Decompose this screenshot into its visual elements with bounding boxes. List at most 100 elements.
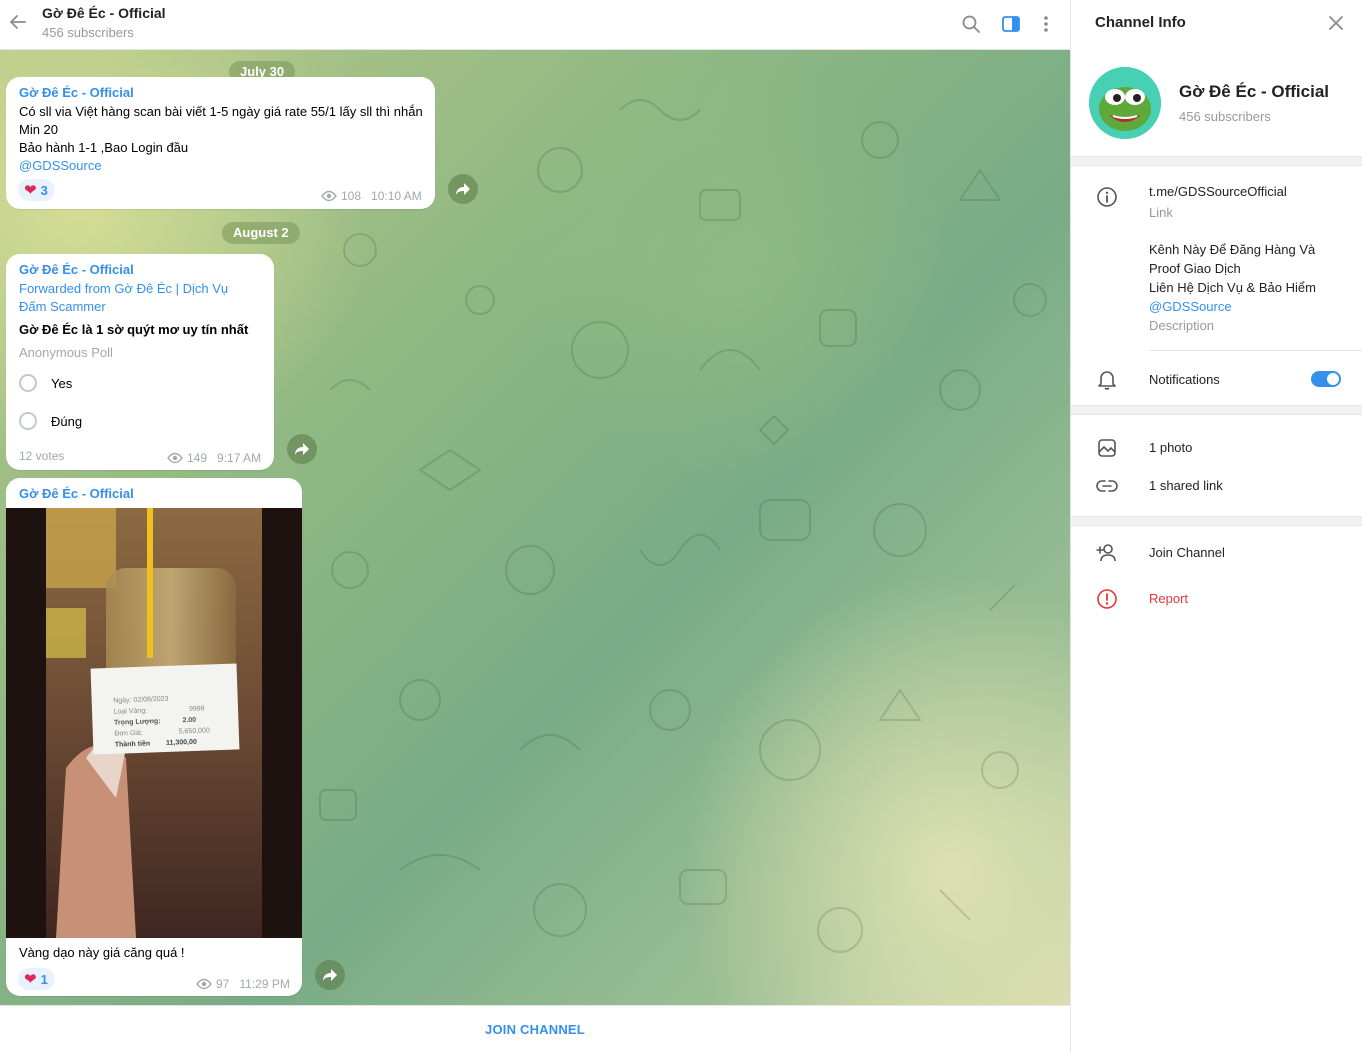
heart-icon: ❤: [24, 971, 37, 988]
message-line: Min 20: [19, 122, 59, 137]
description-line: Kênh Này Để Đăng Hàng Và: [1149, 242, 1316, 257]
receipt-label: Ngày:: [113, 697, 132, 705]
reaction-badge[interactable]: ❤ 3: [18, 179, 55, 201]
view-count: 149: [187, 451, 208, 465]
message-time: 9:17 AM: [217, 451, 262, 465]
message-meta: 108 10:10 AM: [321, 189, 422, 203]
date-separator: August 2: [222, 222, 300, 244]
close-icon[interactable]: [1325, 12, 1347, 34]
photos-link[interactable]: 1 photo: [1149, 440, 1192, 455]
notifications-label: Notifications: [1149, 372, 1220, 387]
poll-question: Gờ Đê Éc là 1 sờ quýt mơ uy tín nhất: [19, 322, 249, 337]
photo-icon: [1095, 436, 1119, 460]
message-meta: 97 11:29 PM: [196, 977, 290, 991]
eye-icon: [321, 190, 337, 202]
chat-subscribers: 456 subscribers: [42, 25, 134, 40]
pepe-avatar-image: [1089, 67, 1161, 139]
chat-area: Gờ Đê Éc - Official 456 subscribers July…: [0, 0, 1070, 1052]
channel-name: Gờ Đê Éc - Official: [1179, 82, 1330, 101]
view-count: 97: [216, 977, 230, 991]
photo-caption: Vàng dạo này giá căng quá !: [19, 945, 185, 960]
receipt-value: 5,650,000: [178, 727, 210, 736]
notifications-toggle[interactable]: [1311, 371, 1341, 387]
poll-option-label: Yes: [51, 375, 73, 391]
description-line: Proof Giao Dịch: [1149, 261, 1241, 276]
join-bar: JOIN CHANNEL: [0, 1005, 1070, 1052]
share-icon[interactable]: [315, 960, 345, 990]
receipt-text: Ngày: 02/08/2023 Loại Vàng: 9999 Trọng L…: [113, 692, 210, 750]
message-photo[interactable]: Ngày: 02/08/2023 Loại Vàng: 9999 Trọng L…: [6, 508, 302, 938]
telegram-window: Gờ Đê Éc - Official 456 subscribers July…: [0, 0, 1362, 1052]
eye-icon: [196, 978, 212, 990]
forwarded-from[interactable]: Forwarded from Gờ Đê Éc | Dịch Vụ Đấm Sc…: [19, 280, 228, 316]
poll-option[interactable]: Yes: [19, 374, 72, 392]
channel-info-panel: Channel Info Gờ Đê Éc - Official 456 sub…: [1070, 0, 1362, 1052]
receipt-label: Loại Vàng:: [113, 707, 148, 716]
report-icon: [1095, 587, 1119, 611]
receipt-value: 2.00: [182, 716, 197, 725]
reaction-count: 1: [40, 971, 48, 987]
poll-option[interactable]: Đúng: [19, 412, 82, 430]
channel-description: Kênh Này Để Đăng Hàng Và Proof Giao Dịch…: [1149, 240, 1316, 316]
receipt-value: 9999: [188, 705, 205, 714]
photo-message-bubble[interactable]: Gờ Đê Éc - Official Ngày: 02/08/2023 Loạ…: [6, 478, 302, 996]
message-line: Bảo hành 1-1 ,Bao Login đầu: [19, 140, 189, 155]
description-mention-link[interactable]: @GDSSource: [1149, 297, 1316, 316]
add-user-icon: [1095, 541, 1119, 565]
radio-icon: [19, 412, 37, 430]
shared-links-link[interactable]: 1 shared link: [1149, 478, 1223, 493]
channel-link[interactable]: t.me/GDSSourceOfficial: [1149, 184, 1287, 199]
mention-link[interactable]: @GDSSource: [19, 157, 429, 175]
message-meta: 149 9:17 AM: [167, 451, 261, 465]
poll-option-label: Đúng: [51, 413, 83, 429]
bell-icon: [1095, 368, 1119, 392]
more-vertical-icon[interactable]: [1034, 12, 1058, 36]
view-count: 108: [341, 189, 362, 203]
poll-votes: 12 votes: [19, 449, 65, 463]
receipt-label: Trọng Lượng:: [113, 718, 161, 727]
receipt-value: 11,300,00: [165, 738, 197, 747]
link-icon: [1095, 474, 1119, 498]
panel-title: Channel Info: [1095, 14, 1186, 31]
description-label: Description: [1149, 318, 1215, 333]
sidebar-toggle-icon[interactable]: [999, 12, 1023, 36]
channel-subscribers: 456 subscribers: [1179, 109, 1271, 124]
message-bubble[interactable]: Gờ Đê Éc - Official Có sll via Việt hàng…: [6, 77, 435, 209]
forwarded-line: Đấm Scammer: [19, 299, 106, 314]
report-menu-item[interactable]: Report: [1149, 591, 1188, 606]
poll-type: Anonymous Poll: [19, 345, 113, 360]
divider: [1071, 516, 1362, 526]
divider: [1071, 156, 1362, 166]
message-sender[interactable]: Gờ Đê Éc - Official: [19, 262, 134, 277]
back-arrow-icon[interactable]: [6, 10, 30, 34]
chat-header: Gờ Đê Éc - Official 456 subscribers: [0, 0, 1070, 50]
message-text: Có sll via Việt hàng scan bài viết 1-5 n…: [19, 103, 429, 175]
search-icon[interactable]: [959, 12, 983, 36]
message-time: 11:29 PM: [239, 977, 290, 991]
info-icon: [1095, 185, 1119, 209]
join-channel-button[interactable]: JOIN CHANNEL: [485, 1022, 585, 1037]
poll-message-bubble[interactable]: Gờ Đê Éc - Official Forwarded from Gờ Đê…: [6, 254, 274, 470]
share-icon[interactable]: [287, 434, 317, 464]
heart-icon: ❤: [24, 182, 37, 199]
receipt-label: Thành tiền: [114, 740, 151, 749]
receipt-value: 02/08/2023: [133, 695, 169, 704]
join-channel-menu-item[interactable]: Join Channel: [1149, 545, 1225, 560]
chat-background: July 30 Gờ Đê Éc - Official Có sll via V…: [0, 50, 1070, 1005]
chat-title[interactable]: Gờ Đê Éc - Official: [42, 5, 166, 21]
message-sender[interactable]: Gờ Đê Éc - Official: [19, 85, 134, 100]
divider: [1149, 350, 1362, 351]
receipt-label: Đơn Giá:: [114, 729, 143, 738]
radio-icon: [19, 374, 37, 392]
reaction-badge[interactable]: ❤ 1: [18, 968, 55, 990]
link-label: Link: [1149, 205, 1173, 220]
description-line: Liên Hệ Dịch Vụ & Bảo Hiểm: [1149, 280, 1316, 295]
eye-icon: [167, 452, 183, 464]
avatar[interactable]: [1089, 67, 1161, 139]
message-time: 10:10 AM: [371, 189, 422, 203]
reaction-count: 3: [40, 182, 48, 198]
message-line: Có sll via Việt hàng scan bài viết 1-5 n…: [19, 104, 423, 119]
message-sender[interactable]: Gờ Đê Éc - Official: [19, 486, 134, 501]
divider: [1071, 405, 1362, 415]
share-icon[interactable]: [448, 174, 478, 204]
